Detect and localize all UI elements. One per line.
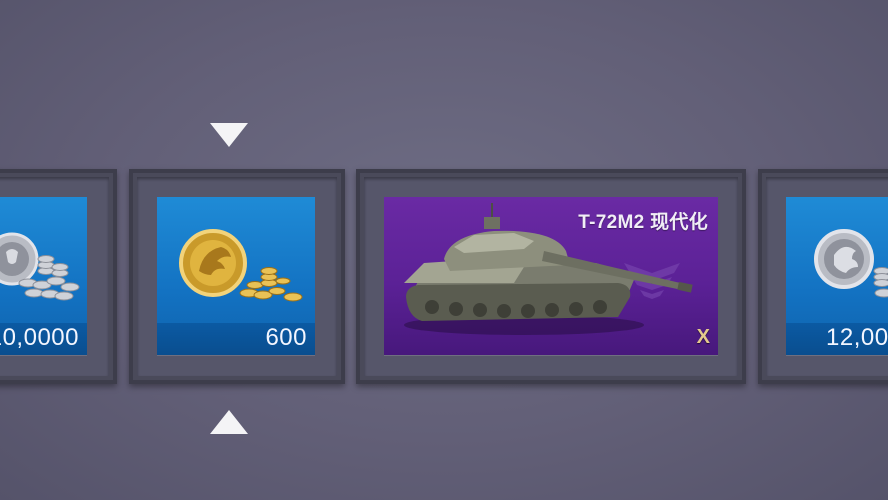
reward-slot-silver-left[interactable]: 10,0000 [0, 169, 117, 384]
vehicle-card: T-72M2 现代化 X [384, 197, 718, 355]
triangle-up-icon [210, 410, 248, 434]
vehicle-name: T-72M2 现代化 [578, 212, 708, 233]
reward-card: 12,000 [786, 197, 888, 355]
gold-coin-icon [179, 229, 303, 302]
silver-coin-icon [0, 232, 80, 301]
reward-slot-silver-right[interactable]: 12,000 [758, 169, 888, 384]
amount-bar: 600 [157, 323, 315, 355]
reward-slot-gold[interactable]: 600 [129, 169, 345, 384]
reward-amount: 12,000 [826, 324, 888, 351]
amount-bar: 10,0000 [0, 323, 87, 355]
reward-amount: 600 [265, 324, 307, 351]
reward-card: 600 [157, 197, 315, 355]
triangle-down-icon [210, 123, 248, 147]
rarity-badge: X [696, 326, 710, 348]
amount-bar: 12,000 [786, 323, 888, 355]
silver-coin-icon [814, 229, 888, 298]
reward-amount: 10,0000 [0, 324, 79, 351]
reward-card: 10,0000 [0, 197, 87, 355]
reward-slot-vehicle[interactable]: T-72M2 现代化 X [356, 169, 746, 384]
